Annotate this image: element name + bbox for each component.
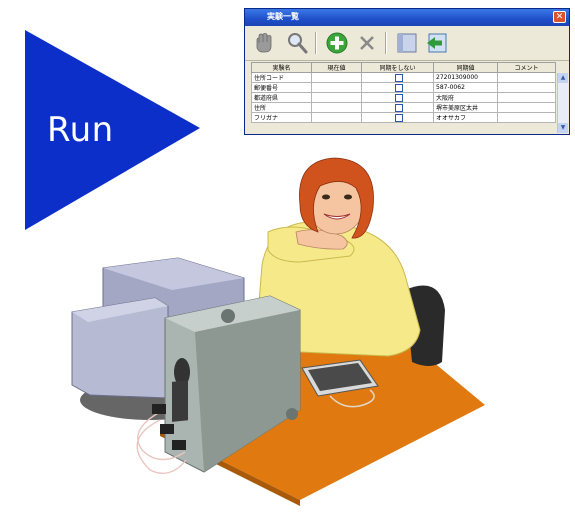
tower-button	[221, 309, 235, 323]
woman-eye-left	[322, 194, 330, 200]
plug	[160, 424, 174, 434]
tower-ports	[172, 380, 188, 422]
plug	[152, 404, 166, 414]
woman-at-computer-illustration	[71, 157, 485, 506]
tower-foot	[286, 408, 298, 420]
plug	[172, 440, 186, 450]
woman-eye-right	[344, 194, 352, 200]
